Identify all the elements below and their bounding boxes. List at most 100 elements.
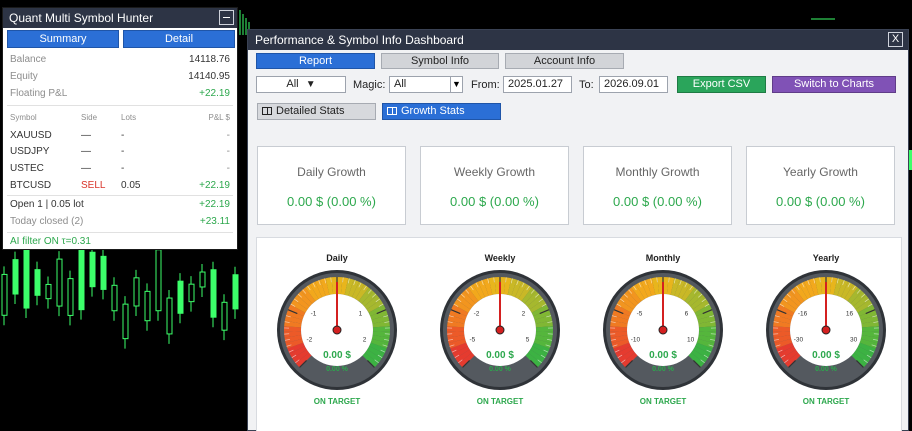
gauge-tick-label: -2: [307, 336, 313, 343]
summary-panel-tabs: Summary Detail: [7, 30, 235, 48]
row-side: —: [81, 146, 91, 157]
candle-body: [122, 303, 129, 340]
tab-growth-stats[interactable]: Growth Stats: [382, 103, 501, 120]
growth-gauges: Daily -2 -1 1 2 0.00 $ 0.00 % ON TARGET Weekly -5…: [277, 253, 886, 406]
candle-body: [56, 258, 63, 307]
gauge-title: Daily: [326, 253, 348, 263]
divider: [7, 232, 233, 233]
gauge-status: ON TARGET: [477, 397, 524, 406]
table-row[interactable]: BTCUSD SELL 0.05 +22.19: [10, 179, 230, 193]
candle-body: [210, 269, 217, 318]
tab-symbol-info[interactable]: Symbol Info: [381, 53, 499, 69]
candle-body: [12, 259, 19, 295]
equity-row: Equity 14140.95: [10, 70, 230, 84]
divider: [7, 105, 233, 106]
equity-label: Equity: [10, 71, 38, 82]
gauge-daily: Daily -2 -1 1 2 0.00 $ 0.00 % ON TARGET: [277, 253, 397, 406]
candle-body: [144, 290, 151, 322]
gauge-tick-label: 30: [850, 336, 858, 343]
symbol-filter-value: All: [286, 78, 299, 90]
from-label: From:: [471, 79, 500, 91]
symbol-filter-select[interactable]: All ▼: [256, 76, 346, 93]
gauge-tick-label: -1: [311, 310, 317, 317]
gauge-tick-label: 16: [846, 310, 854, 317]
from-date-input[interactable]: 2025.01.27: [503, 76, 572, 93]
gauge-percent: 0.00 %: [815, 366, 838, 373]
daily-growth-card: Daily Growth 0.00 $ (0.00 %): [257, 146, 406, 225]
candle-body: [221, 301, 228, 331]
book-icon: [262, 107, 272, 115]
tab-detail[interactable]: Detail: [123, 30, 235, 48]
table-row[interactable]: USDJPY — - -: [10, 145, 230, 159]
candle-body: [78, 247, 85, 311]
row-side: —: [81, 130, 91, 141]
row-symbol: USDJPY: [10, 146, 50, 157]
gauge-percent: 0.00 %: [326, 366, 349, 373]
ai-filter-status: AI filter ON τ=0.31: [10, 236, 91, 247]
row-symbol: BTCUSD: [10, 180, 52, 191]
row-pnl: -: [226, 163, 230, 174]
open-summary-label: Open 1 | 0.05 lot: [10, 199, 84, 210]
close-icon[interactable]: X: [888, 32, 903, 47]
row-side: —: [81, 163, 91, 174]
floating-pnl-row: Floating P&L +22.19: [10, 87, 230, 101]
weekly-growth-card: Weekly Growth 0.00 $ (0.00 %): [420, 146, 569, 225]
candle-body: [177, 280, 184, 314]
magic-select[interactable]: All: [389, 76, 451, 93]
to-label: To:: [579, 79, 594, 91]
candle-body: [133, 277, 140, 307]
tab-account-info[interactable]: Account Info: [505, 53, 624, 69]
table-row[interactable]: USTEC — - -: [10, 162, 230, 176]
row-lots: -: [121, 130, 125, 141]
dashboard-title-bar[interactable]: Performance & Symbol Info Dashboard X: [248, 30, 908, 50]
chevron-down-icon: ▼: [305, 79, 316, 90]
gauge-percent: 0.00 %: [652, 366, 675, 373]
row-symbol: XAUUSD: [10, 130, 52, 141]
candle-body: [199, 271, 206, 288]
row-pnl: -: [226, 130, 230, 141]
gauge-value: 0.00 $: [323, 350, 351, 361]
balance-value: 14118.76: [189, 54, 230, 65]
candle-body: [45, 283, 52, 300]
summary-panel-title[interactable]: Quant Multi Symbol Hunter: [3, 8, 237, 28]
tab-detailed-stats[interactable]: Detailed Stats: [257, 103, 376, 120]
gauge-weekly: Weekly -5 -2 2 5 0.00 $ 0.00 % ON TARGET: [440, 253, 560, 406]
row-side: SELL: [81, 180, 106, 191]
minimize-icon[interactable]: [219, 10, 234, 25]
gauge-tick-label: -5: [470, 336, 476, 343]
divider: [7, 195, 233, 196]
candle-body: [166, 297, 173, 335]
gauge-title: Weekly: [485, 253, 516, 263]
gauge-hub: [495, 325, 505, 335]
card-value: 0.00 $ (0.00 %): [776, 194, 865, 209]
card-value: 0.00 $ (0.00 %): [450, 194, 539, 209]
tab-summary[interactable]: Summary: [7, 30, 119, 48]
gauge-value: 0.00 $: [486, 350, 514, 361]
gauge-hub: [821, 325, 831, 335]
card-title: Yearly Growth: [783, 165, 858, 179]
gauge-tick-label: -16: [798, 310, 808, 317]
gauge-title: Monthly: [646, 253, 681, 263]
gauge-tick-label: 1: [359, 310, 363, 317]
gauge-tick-label: -30: [794, 336, 804, 343]
card-title: Daily Growth: [297, 165, 366, 179]
table-row[interactable]: XAUUSD — - -: [10, 129, 230, 143]
gauge-status: ON TARGET: [803, 397, 850, 406]
gauge-panel: Daily -2 -1 1 2 0.00 $ 0.00 % ON TARGET Weekly -5…: [256, 237, 902, 431]
candle-body: [188, 283, 195, 303]
row-pnl: -: [226, 146, 230, 157]
to-date-input[interactable]: 2026.09.01: [599, 76, 668, 93]
tab-report[interactable]: Report: [256, 53, 375, 69]
chevron-down-icon[interactable]: ▼: [450, 76, 463, 93]
row-lots: -: [121, 163, 125, 174]
today-closed-row: Today closed (2) +23.11: [10, 215, 230, 229]
tab-growth-stats-label: Growth Stats: [401, 105, 465, 117]
export-csv-button[interactable]: Export CSV: [677, 76, 766, 93]
summary-panel: Quant Multi Symbol Hunter Summary Detail…: [2, 7, 238, 250]
gauge-tick-label: -5: [637, 310, 643, 317]
column-lots: Lots: [121, 113, 137, 122]
gauge-tick-label: 10: [687, 336, 695, 343]
switch-to-charts-button[interactable]: Switch to Charts: [772, 76, 896, 93]
summary-panel-title-text: Quant Multi Symbol Hunter: [9, 11, 154, 25]
gauge-monthly: Monthly -10 -5 6 10 0.00 $ 0.00 % ON TARGET: [603, 253, 723, 406]
